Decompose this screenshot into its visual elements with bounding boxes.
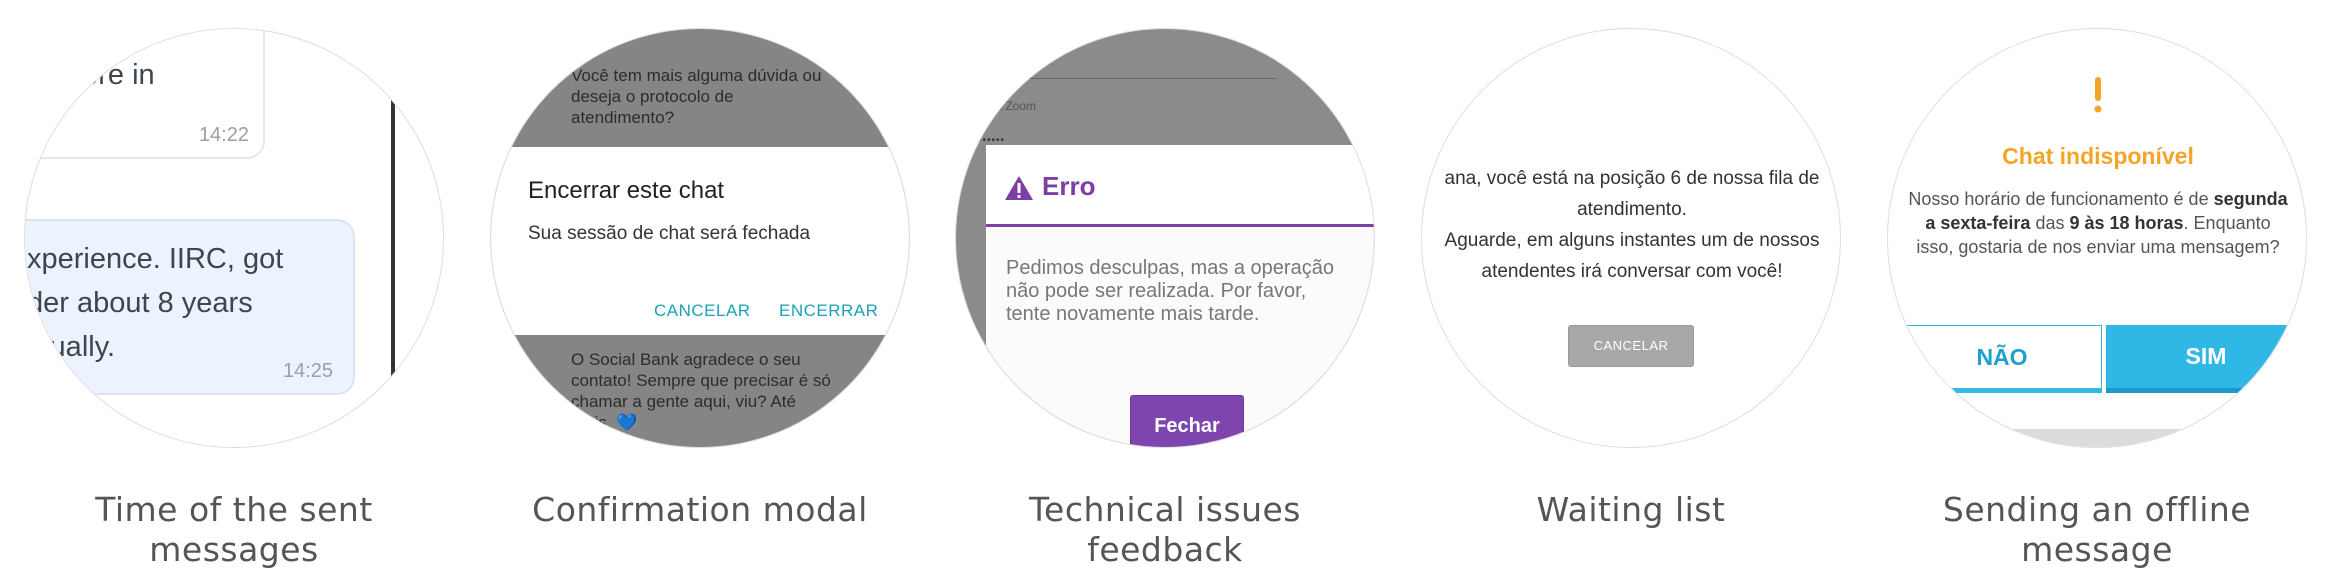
bottom-bar — [1888, 429, 2306, 447]
panel-offline-message: Chat indisponível Nosso horário de funci… — [1887, 28, 2307, 583]
background-field-underline — [976, 78, 1276, 79]
modal-preview-circle: Você tem mais alguma dúvida ou deseja o … — [490, 28, 910, 448]
panel-caption: Technical issues feedback — [1029, 490, 1301, 569]
offline-title: Chat indisponível — [2002, 143, 2194, 169]
dialog-title: Erro — [1042, 171, 1096, 201]
message-text: d were in — [37, 59, 155, 91]
message-timestamp: 14:22 — [198, 124, 249, 146]
dialog-header: Erro — [986, 145, 1374, 227]
message-text: ease? — [37, 28, 117, 51]
divider — [391, 99, 395, 399]
yes-button[interactable]: SIM — [2106, 325, 2306, 393]
message-text: das — [2030, 213, 2070, 233]
warning-icon — [1005, 176, 1033, 200]
message-text: Nosso horário de funcionamento é de — [1908, 189, 2214, 209]
panel-caption: Time of the sent messages — [95, 490, 373, 569]
chat-preview-circle: ease? d were in 14:22 xperience. IIRC, g… — [24, 28, 444, 448]
error-dialog: Erro Pedimos desculpas, mas a operação n… — [986, 145, 1374, 447]
exclamation-icon — [2094, 77, 2102, 113]
message-bubble-received: ease? d were in 14:22 — [25, 28, 265, 159]
panel-caption: Confirmation modal — [532, 490, 868, 529]
queue-position-text: ana, você está na posição 6 de nossa fil… — [1444, 168, 1820, 220]
message-text: ctually. — [27, 331, 116, 363]
background-field-label: Sala Zoom — [978, 99, 1037, 113]
offline-message: Nosso horário de funcionamento é de segu… — [1908, 187, 2288, 259]
waiting-preview-circle: ana, você está na posição 6 de nossa fil… — [1421, 28, 1841, 448]
panel-caption: Waiting list — [1536, 490, 1726, 529]
dialog-message: Sua sessão de chat será fechada — [528, 223, 811, 244]
background-chat-message: O Social Bank agradece o seu contato! Se… — [571, 350, 831, 432]
panel-technical-issues: 392 Sala Zoom •••••• Erro Pedimos descul… — [955, 28, 1375, 583]
message-text: xperience. IIRC, got — [27, 243, 284, 275]
panel-caption: Sending an offline message — [1942, 490, 2252, 569]
panel-waiting-list: ana, você está na posição 6 de nossa fil… — [1421, 28, 1841, 583]
message-hours: 9 às 18 horas — [2069, 213, 2184, 233]
cancel-button[interactable]: CANCELAR — [654, 301, 751, 321]
panel-confirmation-modal: Você tem mais alguma dúvida ou deseja o … — [490, 28, 910, 583]
background-chat-message: Você tem mais alguma dúvida ou deseja o … — [571, 66, 822, 127]
message-text: der about 8 years — [27, 287, 253, 319]
dialog-message: Pedimos desculpas, mas a operação não po… — [1006, 257, 1334, 325]
dialog-title: Encerrar este chat — [528, 177, 725, 204]
queue-wait-text: Aguarde, em alguns instantes um de nosso… — [1444, 230, 1820, 282]
close-button[interactable]: Fechar — [1130, 395, 1244, 447]
confirmation-dialog: Encerrar este chat Sua sessão de chat se… — [491, 147, 909, 335]
queue-message: ana, você está na posição 6 de nossa fil… — [1442, 163, 1822, 287]
background-field-value: 392 — [976, 43, 1007, 63]
cancel-button[interactable]: CANCELAR — [1568, 325, 1694, 367]
error-preview-circle: 392 Sala Zoom •••••• Erro Pedimos descul… — [955, 28, 1375, 448]
message-bubble-sent: xperience. IIRC, got der about 8 years c… — [25, 219, 355, 395]
end-chat-button[interactable]: ENCERRAR — [779, 301, 878, 321]
offline-preview-circle: Chat indisponível Nosso horário de funci… — [1887, 28, 2307, 448]
message-timestamp: 14:25 — [282, 360, 333, 382]
no-button[interactable]: NÃO — [1902, 325, 2102, 393]
panel-sent-time: ease? d were in 14:22 xperience. IIRC, g… — [24, 28, 444, 583]
